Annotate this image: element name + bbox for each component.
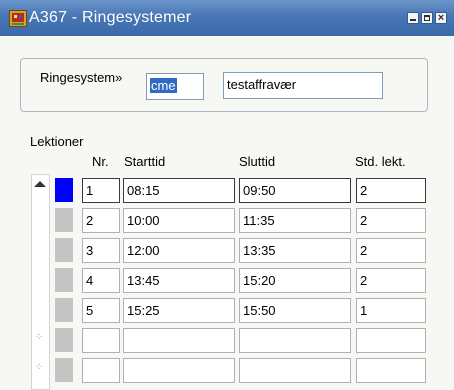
starttid-cell[interactable]: 08:15 — [123, 178, 235, 203]
nr-cell[interactable]: 3 — [82, 238, 120, 263]
close-icon: × — [437, 12, 445, 24]
record-indicator[interactable] — [55, 358, 73, 382]
starttid-cell[interactable]: 12:00 — [123, 238, 235, 263]
sluttid-cell[interactable]: 15:20 — [239, 268, 351, 293]
window-title: A367 - Ringesystemer — [29, 9, 192, 26]
starttid-cell[interactable]: 15:25 — [123, 298, 235, 323]
sluttid-cell[interactable]: 13:35 — [239, 238, 351, 263]
ringesystemer-window: A367 - Ringesystemer × Ringesystem» cme … — [0, 0, 454, 390]
std-lekt-cell[interactable]: 2 — [356, 178, 426, 203]
sluttid-cell[interactable]: 09:50 — [239, 178, 351, 203]
sluttid-cell[interactable]: 11:35 — [239, 208, 351, 233]
ringesystem-name-field[interactable]: testaffravær — [223, 72, 383, 99]
nr-cell[interactable] — [82, 328, 120, 353]
lektion-row: 4 13:45 15:20 2 — [0, 264, 454, 294]
starttid-cell[interactable] — [123, 328, 235, 353]
std-lekt-cell[interactable]: 2 — [356, 268, 426, 293]
column-header-starttid: Starttid — [124, 154, 166, 169]
record-indicator[interactable] — [55, 178, 73, 202]
lektion-row: 1 08:15 09:50 2 — [0, 174, 454, 204]
starttid-cell[interactable] — [123, 358, 235, 383]
std-lekt-cell[interactable]: 1 — [356, 298, 426, 323]
ringesystem-code-field[interactable]: cme — [146, 73, 204, 100]
lektioner-section-label: Lektioner — [30, 134, 84, 149]
starttid-cell[interactable]: 10:00 — [123, 208, 235, 233]
sluttid-cell[interactable] — [239, 358, 351, 383]
close-button[interactable]: × — [435, 12, 447, 24]
record-indicator[interactable] — [55, 328, 73, 352]
column-header-nr: Nr. — [92, 154, 109, 169]
column-header-sluttid: Sluttid — [239, 154, 276, 169]
lektion-row — [0, 324, 454, 354]
lektion-row: 5 15:25 15:50 1 — [0, 294, 454, 324]
starttid-cell[interactable]: 13:45 — [123, 268, 235, 293]
std-lekt-cell[interactable] — [356, 328, 426, 353]
record-indicator[interactable] — [55, 208, 73, 232]
nr-cell[interactable] — [82, 358, 120, 383]
std-lekt-cell[interactable]: 2 — [356, 208, 426, 233]
nr-cell[interactable]: 1 — [82, 178, 120, 203]
minimize-button[interactable] — [407, 12, 419, 24]
maximize-button[interactable] — [421, 12, 433, 24]
lektion-row — [0, 354, 454, 384]
title-bar[interactable]: A367 - Ringesystemer × — [0, 0, 454, 36]
ringesystem-label[interactable]: Ringesystem» — [40, 70, 122, 85]
oracle-forms-app-icon — [9, 10, 27, 27]
nr-cell[interactable]: 5 — [82, 298, 120, 323]
record-indicator[interactable] — [55, 268, 73, 292]
record-indicator[interactable] — [55, 238, 73, 262]
sluttid-cell[interactable] — [239, 328, 351, 353]
nr-cell[interactable]: 2 — [82, 208, 120, 233]
column-header-std-lekt: Std. lekt. — [355, 154, 406, 169]
lektion-row: 2 10:00 11:35 2 — [0, 204, 454, 234]
std-lekt-cell[interactable] — [356, 358, 426, 383]
std-lekt-cell[interactable]: 2 — [356, 238, 426, 263]
record-indicator[interactable] — [55, 298, 73, 322]
nr-cell[interactable]: 4 — [82, 268, 120, 293]
lektion-row: 3 12:00 13:35 2 — [0, 234, 454, 264]
sluttid-cell[interactable]: 15:50 — [239, 298, 351, 323]
ringesystem-code-value: cme — [150, 78, 177, 93]
